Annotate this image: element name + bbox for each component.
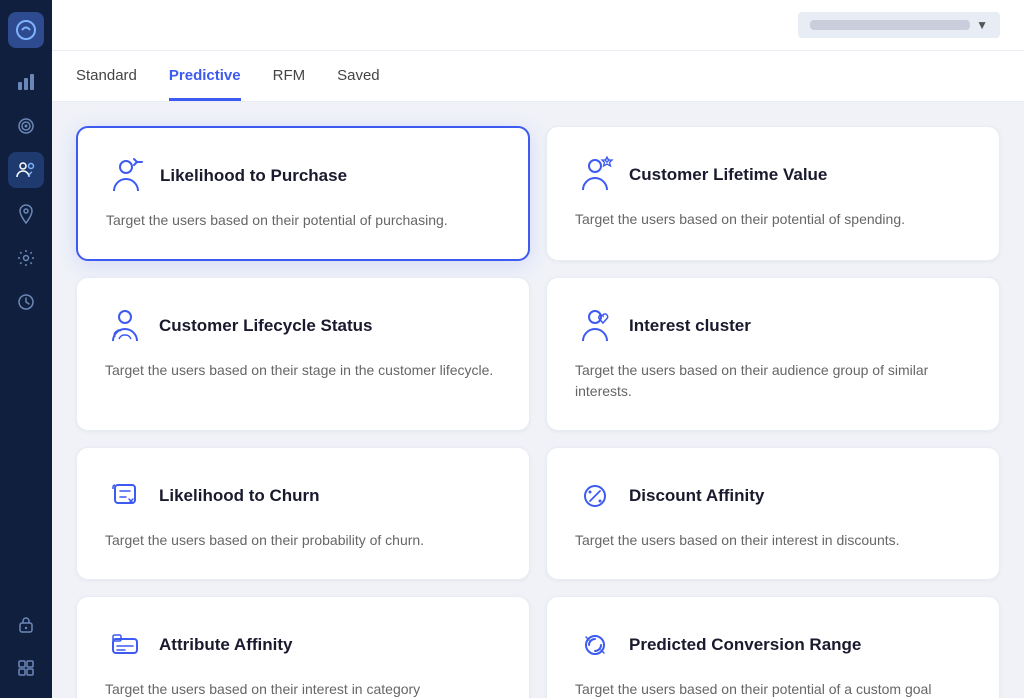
card-likelihood-to-purchase[interactable]: Likelihood to Purchase Target the users … (76, 126, 530, 261)
card-title: Likelihood to Purchase (160, 166, 347, 186)
card-interest-cluster[interactable]: Interest cluster Target the users based … (546, 277, 1000, 431)
lifecycle-icon (105, 306, 145, 346)
card-title: Customer Lifetime Value (629, 165, 827, 185)
card-discount-affinity[interactable]: Discount Affinity Target the users based… (546, 447, 1000, 580)
card-desc: Target the users based on their probabil… (105, 530, 501, 551)
card-desc: Target the users based on their potentia… (575, 209, 971, 230)
sidebar-item-dashboard[interactable] (8, 64, 44, 100)
sidebar-item-target[interactable] (8, 108, 44, 144)
card-likelihood-to-churn[interactable]: Likelihood to Churn Target the users bas… (76, 447, 530, 580)
attribute-icon (105, 625, 145, 665)
sidebar-item-grid[interactable] (8, 650, 44, 686)
tab-saved[interactable]: Saved (337, 51, 380, 101)
card-desc: Target the users based on their audience… (575, 360, 971, 402)
churn-icon (105, 476, 145, 516)
card-title: Predicted Conversion Range (629, 635, 861, 655)
cards-grid: Likelihood to Purchase Target the users … (76, 126, 1000, 698)
card-desc: Target the users based on their interest… (575, 530, 971, 551)
card-attribute-affinity[interactable]: Attribute Affinity Target the users base… (76, 596, 530, 698)
card-desc: Target the users based on their potentia… (575, 679, 971, 698)
card-title: Likelihood to Churn (159, 486, 320, 506)
main-content: ▼ Standard Predictive RFM Saved (52, 0, 1024, 698)
topbar-dropdown[interactable]: ▼ (798, 12, 1000, 38)
conversion-icon (575, 625, 615, 665)
card-title: Attribute Affinity (159, 635, 292, 655)
interest-icon (575, 306, 615, 346)
card-predicted-conversion-range[interactable]: Predicted Conversion Range Target the us… (546, 596, 1000, 698)
dropdown-chevron-icon: ▼ (976, 18, 988, 32)
card-desc: Target the users based on their potentia… (106, 210, 500, 231)
card-customer-lifecycle-status[interactable]: Customer Lifecycle Status Target the use… (76, 277, 530, 431)
card-customer-lifetime-value[interactable]: Customer Lifetime Value Target the users… (546, 126, 1000, 261)
content-area: Likelihood to Purchase Target the users … (52, 102, 1024, 698)
sidebar-item-clock[interactable] (8, 284, 44, 320)
card-title: Interest cluster (629, 316, 751, 336)
card-desc: Target the users based on their stage in… (105, 360, 501, 381)
tabs-bar: Standard Predictive RFM Saved (52, 51, 1024, 102)
sidebar (0, 0, 52, 698)
card-desc: Target the users based on their interest… (105, 679, 501, 698)
sidebar-item-location[interactable] (8, 196, 44, 232)
tab-standard[interactable]: Standard (76, 51, 137, 101)
topbar: ▼ (52, 0, 1024, 51)
tab-predictive[interactable]: Predictive (169, 51, 241, 101)
tab-rfm[interactable]: RFM (273, 51, 306, 101)
discount-icon (575, 476, 615, 516)
card-title: Discount Affinity (629, 486, 764, 506)
lifetime-icon (575, 155, 615, 195)
dropdown-bar (810, 20, 970, 30)
sidebar-item-lock[interactable] (8, 606, 44, 642)
sidebar-logo[interactable] (8, 12, 44, 48)
sidebar-item-settings[interactable] (8, 240, 44, 276)
purchase-icon (106, 156, 146, 196)
sidebar-item-users[interactable] (8, 152, 44, 188)
card-title: Customer Lifecycle Status (159, 316, 373, 336)
